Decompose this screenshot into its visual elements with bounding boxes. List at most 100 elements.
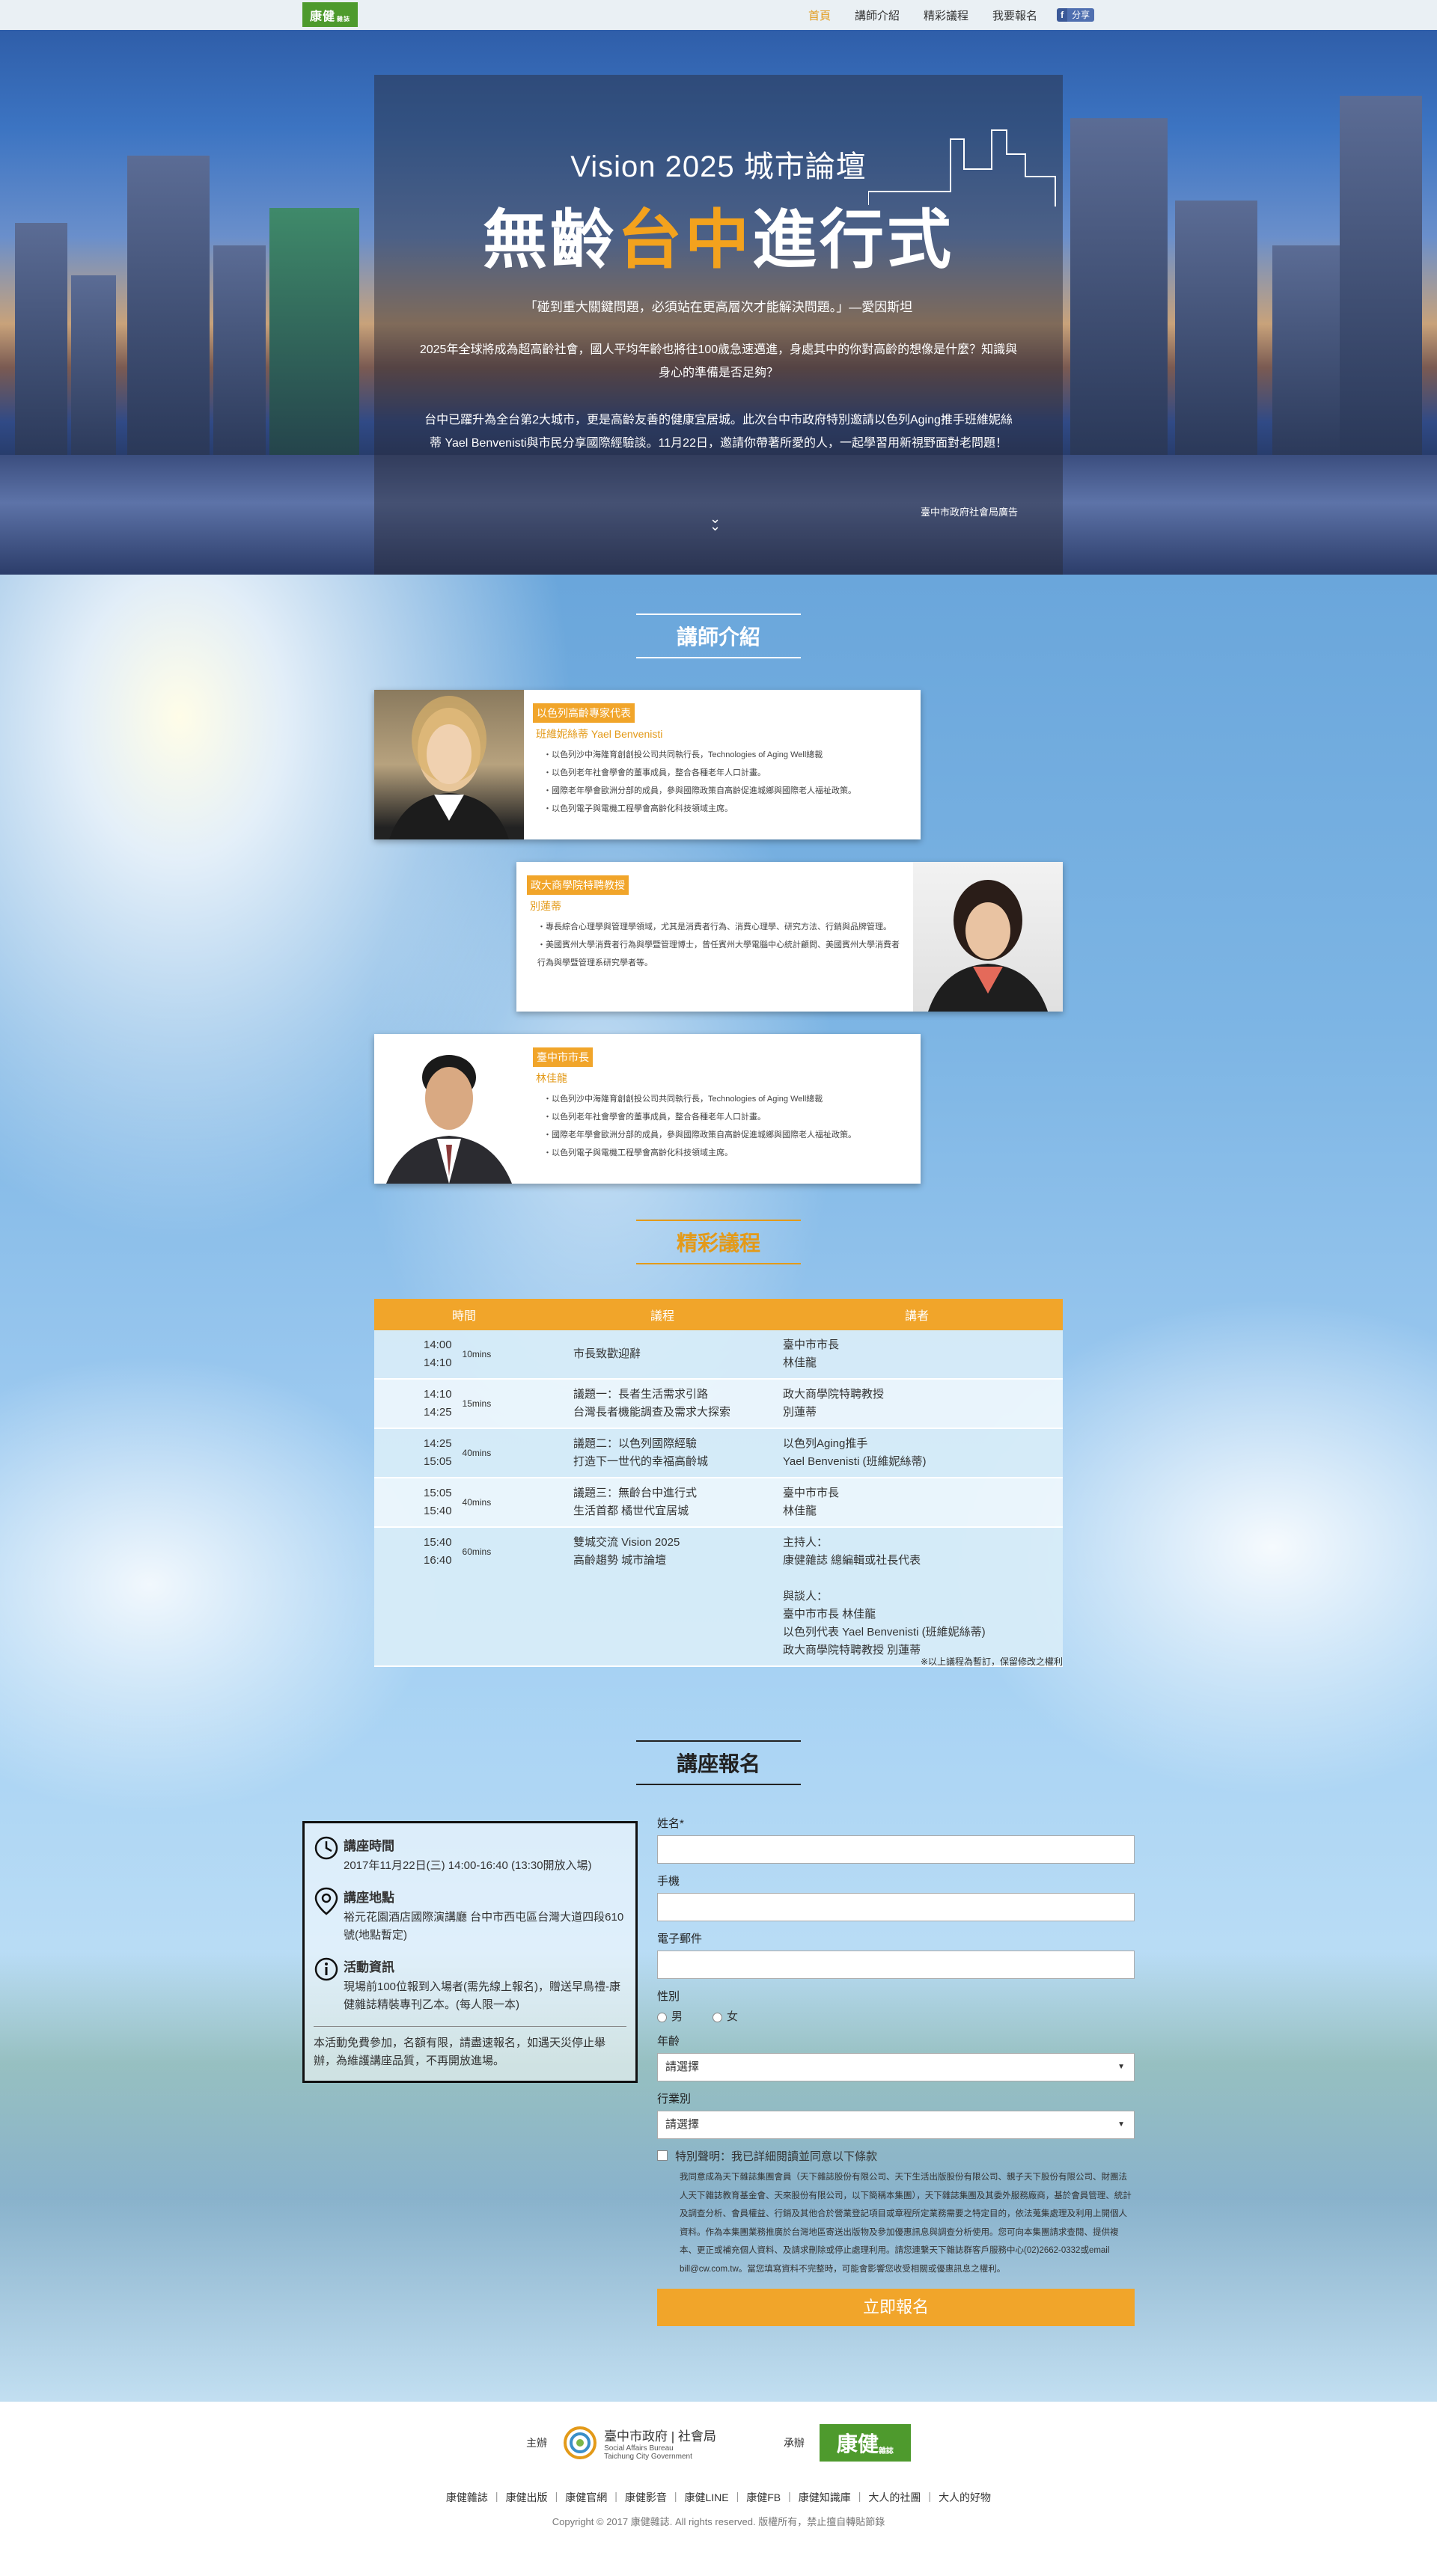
speaker-portrait-icon (386, 1055, 512, 1184)
copyright: Copyright © 2017 康健雜誌. All rights reserv… (552, 2516, 885, 2527)
footer-link[interactable]: 康健影音 (625, 2490, 667, 2505)
kangjian-logo[interactable]: 康健 雜誌 (819, 2424, 911, 2462)
building (71, 275, 116, 470)
gender-female-radio[interactable]: 女 (713, 2008, 738, 2024)
gender-label: 性別 (657, 1990, 680, 2003)
scroll-down-icon[interactable]: ⌄ ⌄ (710, 512, 721, 533)
name-label: 姓名* (657, 1817, 684, 1830)
speaker-portrait-icon (389, 696, 509, 839)
info-icon (314, 1957, 344, 2014)
building (269, 208, 359, 470)
caret-down-icon: ▼ (1117, 2120, 1125, 2129)
gender-male-radio[interactable]: 男 (657, 2008, 683, 2024)
agenda-section-title: 精彩議程 (636, 1220, 801, 1264)
table-row: 14:25 15:05 40mins 議題二：以色列國際經驗 打造下一世代的幸福高齡城… (374, 1428, 1063, 1478)
name-input[interactable] (657, 1835, 1135, 1864)
age-label: 年齡 (657, 2035, 680, 2048)
speaker-card: 臺中市市長 林佳龍 ・以色列沙中海隆育創創投公司共同執行長，Technologi… (374, 1034, 921, 1184)
speaker-photo (374, 1034, 524, 1184)
nav-link-agenda[interactable]: 精彩議程 (924, 7, 968, 23)
column-header-speaker: 講者 (771, 1299, 1063, 1330)
speaker-tag: 以色列高齡專家代表 (533, 703, 635, 723)
caret-down-icon: ▼ (1117, 2063, 1125, 2071)
host-label: 主辦 (526, 2437, 548, 2449)
gender-options: 男 女 (657, 2008, 1135, 2024)
hero-paragraph-2: 台中已躍升為全台第2大城市，更是高齡友善的健康宜居城。此次台中市政府特別邀請以色… (424, 414, 1013, 450)
consent-label: 特別聲明：我已詳細閱讀並同意以下條款 (675, 2150, 878, 2163)
table-row: 15:40 16:40 60mins 雙城交流 Vision 2025 高齡趨勢 城市… (374, 1527, 1063, 1666)
footer-link[interactable]: 康健出版 (506, 2490, 548, 2505)
footer-link[interactable]: 康健FB (746, 2490, 781, 2505)
nav-link-speakers[interactable]: 講師介紹 (855, 7, 900, 23)
organizers: 主辦 臺中市政府 | 社會局 Social Affairs Bureau Tai… (0, 2424, 1437, 2462)
host-name-block: 臺中市政府 | 社會局 Social Affairs Bureau Taichu… (604, 2429, 716, 2461)
building (1340, 96, 1422, 470)
privacy-statement: 我同意成為天下雜誌集團會員（天下雜誌股份有限公司、天下生活出版股份有限公司、親子… (680, 2173, 1132, 2274)
organizer-label: 承辦 (783, 2437, 805, 2449)
footer-link[interactable]: 康健知識庫 (799, 2490, 851, 2505)
agenda-table: 時間 議程 講者 14:00 14:10 10mins 市長致歡迎辭 臺中市市長 林佳… (374, 1299, 1063, 1667)
column-header-time: 時間 (374, 1299, 554, 1330)
building (15, 223, 67, 470)
event-info: 活動資訊 現場前100位報到入場者(需先線上報名)，贈送早鳥禮-康健雜誌精裝專刊乙… (314, 1957, 626, 2014)
footer-link[interactable]: 大人的好物 (939, 2490, 991, 2505)
facebook-icon: f (1057, 8, 1068, 22)
building (1272, 245, 1340, 470)
top-nav: 康健 雜誌 首頁 講師介紹 精彩議程 我要報名 f 分享 (0, 0, 1437, 30)
speaker-bio: ・以色列沙中海隆育創創投公司共同執行長，Technologies of Agin… (543, 1095, 856, 1157)
industry-select[interactable]: 請選擇 ▼ (657, 2111, 1135, 2139)
footer-link[interactable]: 康健LINE (684, 2490, 728, 2505)
agenda-note: ※以上議程為暫訂，保留修改之權利 (920, 1656, 1063, 1667)
speaker-bio: ・專長綜合心理學與管理學領域，尤其是消費者行為、消費心理學、研究方法、行銷與品牌… (537, 923, 900, 967)
nav-link-home[interactable]: 首頁 (808, 7, 831, 23)
hero-text-box: Vision 2025 城市論壇 無齡台中進行式 「碰到重大關鍵問題，必須站在更… (374, 75, 1063, 575)
email-input[interactable] (657, 1951, 1135, 1979)
table-row: 14:10 14:25 15mins 議題一：長者生活需求引路 台灣長者機能調查及需求… (374, 1379, 1063, 1428)
event-location: 講座地點 裕元花園酒店國際演講廳 台中市西屯區台灣大道四段610號(地點暫定) (314, 1887, 626, 1945)
clock-icon (314, 1835, 344, 1875)
logo[interactable]: 康健 雜誌 (302, 2, 358, 27)
age-select[interactable]: 請選擇 ▼ (657, 2053, 1135, 2081)
footer-link[interactable]: 康健雜誌 (446, 2490, 488, 2505)
speaker-photo (913, 862, 1063, 1012)
registration-form: 姓名* 手機 電子郵件 性別 男 女 年齡 請選擇 ▼ 行業別 請選擇 ▼ 特別聲明… (657, 1815, 1135, 2326)
footer-links: 康健雜誌 | 康健出版 | 康健官網 | 康健影音 | 康健LINE | 康健FB | 康健… (445, 2490, 992, 2505)
column-header-topic: 議程 (554, 1299, 771, 1330)
speakers-section-title: 講師介紹 (636, 614, 801, 658)
footer: 主辦 臺中市政府 | 社會局 Social Affairs Bureau Tai… (0, 2402, 1437, 2576)
speaker-card: 以色列高齡專家代表 班維妮絲蒂 Yael Benvenisti ・以色列沙中海隆… (374, 690, 921, 839)
registration-section-title: 講座報名 (636, 1740, 801, 1785)
building (213, 245, 266, 470)
speaker-name: 班維妮絲蒂 Yael Benvenisti (536, 728, 663, 740)
table-row: 14:00 14:10 10mins 市長致歡迎辭 臺中市市長 林佳龍 (374, 1330, 1063, 1379)
hero-banner: Vision 2025 城市論壇 無齡台中進行式 「碰到重大關鍵問題，必須站在更… (0, 30, 1437, 575)
speaker-tag: 政大商學院特聘教授 (527, 875, 629, 895)
facebook-share-button[interactable]: f 分享 (1057, 8, 1095, 22)
speaker-tag: 臺中市市長 (533, 1047, 593, 1067)
nav-link-register[interactable]: 我要報名 (992, 7, 1037, 23)
speaker-portrait-icon (928, 880, 1048, 1012)
logo-text: 康健 (309, 10, 335, 23)
event-note: 本活動免費參加，名額有限，請盡速報名，如遇天災停止舉辦，為維護講座品質，不再開放… (314, 2026, 626, 2070)
hero-subtitle: Vision 2025 城市論壇 (570, 150, 867, 183)
nav-links: 首頁 講師介紹 精彩議程 我要報名 f 分享 (808, 0, 1095, 30)
phone-input[interactable] (657, 1893, 1135, 1921)
table-row: 15:05 15:40 40mins 議題三：無齡台中進行式 生活首都 橘世代宜居城 … (374, 1478, 1063, 1527)
hero-quote: 「碰到重大關鍵問題，必須站在更高層次才能解決問題。」—愛因斯坦 (524, 300, 913, 314)
footer-link[interactable]: 大人的社團 (868, 2490, 921, 2505)
submit-button[interactable]: 立即報名 (657, 2289, 1135, 2326)
hero-source: 臺中市政府社會局廣告 (920, 507, 1018, 518)
building (1175, 201, 1257, 470)
social-affairs-bureau-logo-icon (564, 2426, 597, 2459)
email-label: 電子郵件 (657, 1933, 703, 1945)
footer-link[interactable]: 康健官網 (565, 2490, 607, 2505)
consent-checkbox[interactable] (657, 2150, 668, 2161)
speaker-card: 政大商學院特聘教授 別蓮蒂 ・專長綜合心理學與管理學領域，尤其是消費者行為、消費… (516, 862, 1063, 1012)
table-header-row: 時間 議程 講者 (374, 1299, 1063, 1330)
building (1070, 118, 1168, 470)
speaker-name: 林佳龍 (536, 1072, 567, 1084)
industry-label: 行業別 (657, 2093, 692, 2105)
speaker-bio: ・以色列沙中海隆育創創投公司共同執行長，Technologies of Agin… (543, 750, 856, 813)
consent-row: 特別聲明：我已詳細閱讀並同意以下條款 (657, 2148, 1135, 2164)
hero-title: 無齡台中進行式 (483, 204, 954, 276)
